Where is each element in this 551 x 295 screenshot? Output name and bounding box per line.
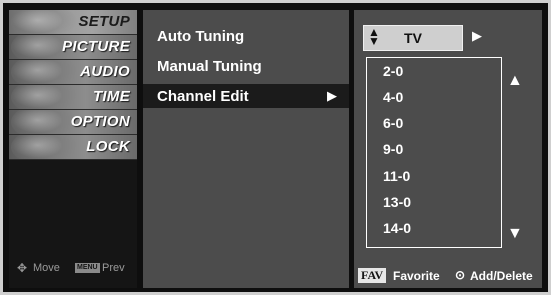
channel-item[interactable]: 14-0: [383, 220, 411, 236]
menu-item-label: TIME: [92, 88, 130, 105]
menu-key-badge: MENU: [75, 263, 100, 273]
submenu-item-channel-edit[interactable]: Channel Edit ▶: [143, 84, 349, 108]
menu-item-label: LOCK: [86, 138, 130, 155]
scroll-down-icon[interactable]: ▼: [507, 225, 523, 243]
channel-list: 2-0 4-0 6-0 9-0 11-0 13-0 14-0: [366, 57, 502, 248]
menu-item-label: AUDIO: [80, 63, 130, 80]
lock-icon: [11, 135, 77, 159]
key-legend: FAV Favorite ⊙ Add/Delete: [358, 265, 542, 287]
submenu-item-label: Auto Tuning: [157, 28, 245, 45]
channel-item[interactable]: 13-0: [383, 194, 411, 210]
channel-item[interactable]: 2-0: [383, 63, 403, 79]
setup-submenu: Auto Tuning Manual Tuning Channel Edit ▶: [143, 10, 349, 288]
add-delete-label: Add/Delete: [470, 269, 533, 283]
channel-edit-panel: ▲ ▼ TV ▶ 2-0 4-0 6-0 9-0 11-0 13-0 14-0 ▲…: [354, 10, 542, 288]
menu-item-label: OPTION: [70, 113, 130, 130]
scroll-up-icon[interactable]: ▲: [507, 72, 523, 90]
channel-item[interactable]: 9-0: [383, 141, 403, 157]
favorite-label: Favorite: [393, 269, 440, 283]
menu-item-setup[interactable]: SETUP: [9, 10, 137, 35]
menu-item-option[interactable]: OPTION: [9, 110, 137, 135]
submenu-item-auto-tuning[interactable]: Auto Tuning: [143, 24, 349, 48]
source-label: TV: [404, 30, 422, 46]
tv-osd-screen: SETUP PICTURE AUDIO TIME OPTION LOCK ✥ M…: [3, 3, 548, 292]
chevron-right-icon[interactable]: ▶: [472, 28, 482, 44]
ok-button-icon: ⊙: [455, 268, 466, 282]
channel-item[interactable]: 4-0: [383, 89, 403, 105]
menu-item-audio[interactable]: AUDIO: [9, 60, 137, 85]
submenu-item-label: Channel Edit: [157, 88, 249, 105]
clock-icon: [11, 85, 77, 109]
channel-item[interactable]: 6-0: [383, 115, 403, 131]
navigation-hint: ✥ Move MENU Prev: [9, 258, 137, 280]
submenu-item-label: Manual Tuning: [157, 58, 262, 75]
menu-item-lock[interactable]: LOCK: [9, 135, 137, 160]
menu-item-time[interactable]: TIME: [9, 85, 137, 110]
move-icon: ✥: [17, 261, 28, 275]
option-icon: [11, 110, 77, 134]
prev-hint-label: Prev: [102, 262, 125, 274]
chevron-right-icon: ▶: [327, 88, 337, 103]
satellite-dish-icon: [11, 10, 77, 34]
menu-item-picture[interactable]: PICTURE: [9, 35, 137, 60]
submenu-item-manual-tuning[interactable]: Manual Tuning: [143, 54, 349, 78]
source-selector[interactable]: ▲ ▼ TV: [363, 25, 463, 51]
fav-key-badge: FAV: [358, 268, 387, 283]
speaker-icon: [11, 60, 77, 84]
move-hint-label: Move: [33, 262, 60, 274]
main-menu: SETUP PICTURE AUDIO TIME OPTION LOCK: [9, 10, 137, 288]
channel-item[interactable]: 11-0: [383, 168, 410, 184]
menu-item-label: SETUP: [78, 13, 130, 30]
menu-item-label: PICTURE: [62, 38, 130, 55]
